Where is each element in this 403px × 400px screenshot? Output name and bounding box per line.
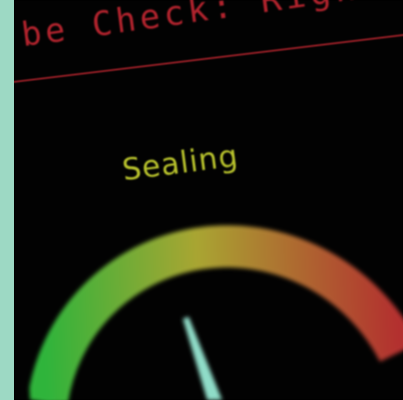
- screen-content: be Check: Righ Sealing: [14, 0, 403, 400]
- gauge: [14, 0, 403, 400]
- app-window: be Check: Righ Sealing: [0, 0, 403, 400]
- device-screen: be Check: Righ Sealing: [14, 0, 403, 400]
- gauge-needle: [183, 317, 222, 400]
- gauge-arc: [41, 241, 401, 400]
